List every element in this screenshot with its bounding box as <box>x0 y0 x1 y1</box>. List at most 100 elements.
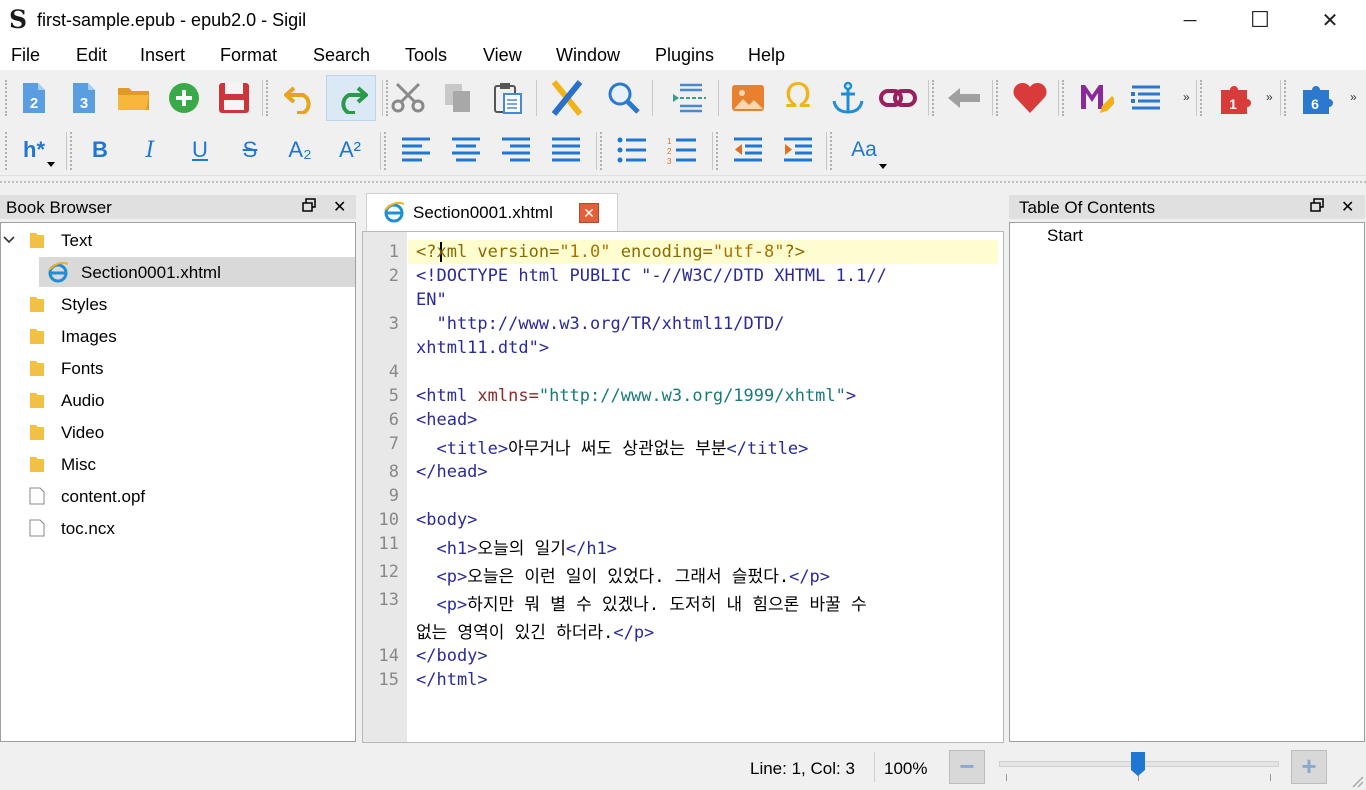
code-editor[interactable]: 1 2 3 4 5 6 7 8 9 10 11 12 13 14 15 <?xm… <box>362 231 1004 743</box>
toc-entry[interactable]: Start <box>1047 226 1083 246</box>
paste-icon[interactable] <box>488 78 528 118</box>
metadata-editor-icon[interactable] <box>1076 78 1116 118</box>
toolbar-dock-area <box>0 176 1366 190</box>
close-panel-icon[interactable]: ✕ <box>1341 197 1354 217</box>
menu-tools[interactable]: Tools <box>405 45 447 66</box>
line-number: 7 <box>388 434 399 454</box>
toolbar-grip[interactable] <box>70 132 74 170</box>
new-html-file-icon[interactable]: 2 <box>14 78 54 118</box>
decrease-indent-icon[interactable] <box>728 130 768 170</box>
tree-item-section0001[interactable]: Section0001.xhtml <box>39 257 355 287</box>
toolbar-separator <box>652 80 653 116</box>
toolbar-grip[interactable] <box>932 80 936 116</box>
insert-anchor-icon[interactable] <box>828 78 868 118</box>
tree-item-content-opf[interactable]: content.opf <box>1 481 355 511</box>
table-of-contents-icon[interactable] <box>1126 78 1166 118</box>
back-arrow-icon[interactable] <box>944 78 984 118</box>
tree-item-styles-folder[interactable]: Styles <box>1 289 355 319</box>
toolbar-grip[interactable] <box>5 80 9 116</box>
toolbar-grip[interactable] <box>600 132 604 170</box>
strikethrough-button[interactable]: S <box>230 130 270 170</box>
insert-image-icon[interactable] <box>728 78 768 118</box>
new-css-file-icon[interactable]: 3 <box>64 78 104 118</box>
menu-file[interactable]: File <box>11 45 40 66</box>
chevron-down-icon[interactable] <box>3 235 15 245</box>
split-marker-icon[interactable] <box>670 78 710 118</box>
maximize-button[interactable]: ☐ <box>1225 0 1295 40</box>
copy-icon[interactable] <box>438 78 478 118</box>
close-panel-icon[interactable]: ✕ <box>333 197 346 217</box>
menu-window[interactable]: Window <box>556 45 620 66</box>
float-panel-icon[interactable] <box>302 198 316 215</box>
subscript-button[interactable]: A₂ <box>280 130 320 170</box>
close-tab-icon[interactable]: ✕ <box>579 203 599 223</box>
float-panel-icon[interactable] <box>1310 198 1324 215</box>
svg-text:2: 2 <box>30 95 38 112</box>
line-number: 9 <box>388 486 399 506</box>
donate-heart-icon[interactable] <box>1010 78 1050 118</box>
menu-search[interactable]: Search <box>313 45 370 66</box>
bold-button[interactable]: B <box>80 130 120 170</box>
tab-section0001[interactable]: Section0001.xhtml ✕ <box>366 193 618 231</box>
code-view-icon[interactable] <box>547 78 587 118</box>
tree-item-images-folder[interactable]: Images <box>1 321 355 351</box>
tree-item-label: Misc <box>61 455 96 474</box>
menu-edit[interactable]: Edit <box>76 45 107 66</box>
toolbar-grip[interactable] <box>996 80 1000 116</box>
minimize-button[interactable]: ─ <box>1155 0 1225 40</box>
add-existing-icon[interactable] <box>164 78 204 118</box>
toolbar-grip[interactable] <box>830 132 834 170</box>
toolbar-grip[interactable] <box>266 80 270 116</box>
tree-item-toc-ncx[interactable]: toc.ncx <box>1 513 355 543</box>
plugin-1-icon[interactable]: 1 <box>1216 78 1256 118</box>
menu-insert[interactable]: Insert <box>140 45 185 66</box>
increase-indent-icon[interactable] <box>778 130 818 170</box>
toolbar-grip[interactable] <box>1284 80 1288 116</box>
resize-grip-icon[interactable] <box>1350 774 1364 788</box>
zoom-in-button[interactable]: + <box>1291 750 1327 784</box>
tree-item-audio-folder[interactable]: Audio <box>1 385 355 415</box>
align-center-icon[interactable] <box>446 130 486 170</box>
insert-link-icon[interactable] <box>878 78 918 118</box>
search-icon[interactable] <box>604 78 644 118</box>
tree-item-label: Images <box>61 327 117 346</box>
plugin-6-icon[interactable]: 6 <box>1298 78 1338 118</box>
toolbar-overflow-icon[interactable]: » <box>1350 90 1357 104</box>
menu-view[interactable]: View <box>483 45 522 66</box>
bullet-list-icon[interactable] <box>612 130 652 170</box>
align-left-icon[interactable] <box>396 130 436 170</box>
toolbar-grip[interactable] <box>5 132 9 170</box>
tree-item-text-folder[interactable]: Text <box>1 225 355 255</box>
tree-item-fonts-folder[interactable]: Fonts <box>1 353 355 383</box>
cut-icon[interactable] <box>388 78 428 118</box>
toolbar-grip[interactable] <box>716 132 720 170</box>
toc-tree: Start <box>1009 222 1365 742</box>
menu-format[interactable]: Format <box>220 45 277 66</box>
align-justify-icon[interactable] <box>546 130 586 170</box>
zoom-slider-handle[interactable] <box>1130 751 1146 777</box>
close-window-button[interactable]: ✕ <box>1295 0 1365 40</box>
save-icon[interactable] <box>214 78 254 118</box>
redo-icon[interactable] <box>326 75 376 121</box>
menu-plugins[interactable]: Plugins <box>655 45 714 66</box>
italic-button[interactable]: I <box>130 130 170 170</box>
numbered-list-icon[interactable]: 123 <box>662 130 702 170</box>
open-folder-icon[interactable] <box>114 78 154 118</box>
underline-button[interactable]: U <box>180 130 220 170</box>
align-right-icon[interactable] <box>496 130 536 170</box>
toolbar-grip[interactable] <box>1062 80 1066 116</box>
tree-item-video-folder[interactable]: Video <box>1 417 355 447</box>
toolbar-overflow-icon[interactable]: » <box>1266 90 1273 104</box>
html-file-icon <box>384 201 405 223</box>
toolbar-overflow-icon[interactable]: » <box>1183 90 1190 104</box>
toolbar-grip[interactable] <box>384 132 388 170</box>
superscript-button[interactable]: A² <box>330 130 370 170</box>
tree-item-misc-folder[interactable]: Misc <box>1 449 355 479</box>
dock-grip[interactable] <box>0 181 1366 183</box>
insert-special-char-icon[interactable]: Ω <box>778 76 818 116</box>
menu-help[interactable]: Help <box>748 45 785 66</box>
toolbar-grip[interactable] <box>1200 80 1204 116</box>
undo-icon[interactable] <box>281 78 321 118</box>
zoom-out-button[interactable]: − <box>949 750 985 784</box>
text-case-dropdown[interactable]: Aa <box>844 130 884 170</box>
